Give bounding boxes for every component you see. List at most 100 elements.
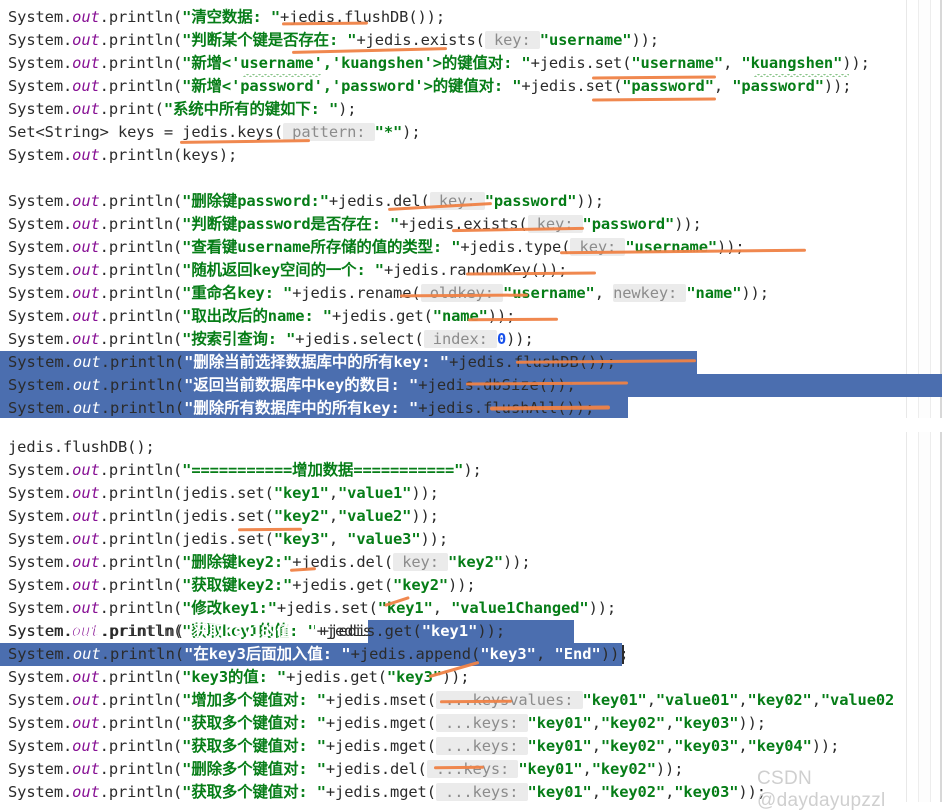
code-token: "key2" (448, 553, 504, 571)
code-line[interactable]: System.out.println("新增<'username','kuang… (8, 52, 870, 75)
code-token: )); (503, 553, 531, 571)
code-token: . (63, 238, 73, 256)
code-token: System (8, 553, 63, 571)
code-token: "key1" (273, 484, 329, 502)
code-line[interactable]: System.out.println("查看键username所存储的值的类型:… (8, 236, 870, 259)
code-line[interactable]: System.out.println("修改key1:"+jedis.set("… (8, 597, 894, 620)
text-selection-band[interactable]: System.out.println("获取key1的值: "+jedis.ge… (8, 620, 574, 643)
code-token: , (713, 77, 733, 95)
code-token: . (63, 77, 73, 95)
code-token: ...keys: (435, 714, 528, 732)
code-area-bottom[interactable]: jedis.flushDB(); System.out.println("====… (0, 432, 906, 802)
code-token: .println( (99, 576, 183, 594)
editor-scrollbar-strip-top[interactable] (906, 0, 942, 418)
code-line[interactable]: System.out.println(jedis.set("key3", "va… (8, 528, 894, 551)
code-token: +jedis.get( (292, 576, 394, 594)
code-token: . (63, 353, 73, 371)
code-token: .println( (99, 553, 183, 571)
code-token: newkey: (613, 284, 687, 302)
code-token: )); (631, 31, 659, 49)
code-line[interactable]: jedis.flushDB(); (8, 436, 894, 459)
code-token: +jedis.mget( (325, 783, 436, 801)
code-token: ); (463, 461, 482, 479)
code-token: "清空数据: " (182, 8, 280, 26)
code-line-blank[interactable] (8, 167, 870, 190)
code-token: +jedis.mget( (325, 714, 436, 732)
code-token: out (72, 261, 100, 279)
code-token: out (72, 100, 100, 118)
code-token: out (72, 238, 100, 256)
code-token: "value2" (338, 507, 412, 525)
code-token: out (72, 484, 100, 502)
code-token: . (63, 645, 73, 663)
code-token: , (646, 691, 656, 709)
code-line[interactable]: System.out.println("删除键password:"+jedis.… (8, 190, 870, 213)
code-token: out (72, 553, 100, 571)
code-line[interactable]: System.out.println("清空数据: "+jedis.flushD… (8, 6, 870, 29)
scrollbar-track-top[interactable] (918, 0, 931, 418)
code-token: +jedis.mset( (325, 691, 436, 709)
code-token: "查看键username所存储的值的类型: " (182, 238, 461, 256)
code-token: .println( (99, 261, 183, 279)
code-token: , (665, 783, 675, 801)
code-line[interactable]: System.out.println("获取多个键值对: "+jedis.mge… (8, 735, 894, 758)
code-token: "key02" (600, 783, 666, 801)
code-token: , (665, 714, 675, 732)
code-token: out (72, 31, 100, 49)
code-token: System (8, 783, 63, 801)
code-token: +jedis.get( (286, 668, 387, 686)
code-line[interactable]: System.out.println("删除键key2:"+jedis.del(… (8, 551, 894, 574)
code-line[interactable]: System.out.println("判断键password是否存在: "+j… (8, 213, 870, 236)
code-token: out (72, 376, 101, 394)
code-token: . (63, 31, 73, 49)
code-token: "删除所有数据库中的所有key: " (184, 399, 419, 417)
code-line[interactable]: Set<String> keys = jedis.keys( pattern: … (8, 121, 870, 144)
code-line[interactable]: System.out.println(jedis.set("key2","val… (8, 505, 894, 528)
code-token: )); (600, 645, 629, 663)
code-line[interactable]: System.out.println("===========增加数据=====… (8, 459, 894, 482)
code-token: "取出改后的name: " (182, 307, 332, 325)
code-token: , (738, 737, 748, 755)
code-line[interactable]: System.out.println("随机返回key空间的一个: "+jedi… (8, 259, 870, 282)
code-token: , (594, 284, 614, 302)
code-token: . (63, 284, 73, 302)
code-token: .println( (99, 714, 183, 732)
code-token: System (8, 399, 64, 417)
code-token: "系统中所有的键如下: " (163, 100, 339, 118)
code-token: "删除多个键值对: " (182, 760, 326, 778)
code-line[interactable]: System.out.println("获取多个键值对: "+jedis.mge… (8, 712, 894, 735)
code-token: "key02" (600, 714, 666, 732)
code-token: "删除键password:" (182, 192, 329, 210)
spellcheck-squiggle (754, 74, 849, 77)
text-selection-band[interactable]: System.out.println("在key3后面加入值: "+jedis.… (0, 643, 629, 666)
editor-pane-top[interactable]: System.out.println("清空数据: "+jedis.flushD… (0, 0, 942, 418)
code-token: "返回当前数据库中key的数目: " (184, 376, 419, 394)
code-line[interactable]: System.out.println("按索引查询: "+jedis.selec… (8, 328, 870, 351)
code-token: "新增<'password','password'>的键值对: " (182, 77, 522, 95)
code-editor-screenshot: System.out.println("清空数据: "+jedis.flushD… (0, 0, 942, 811)
code-token: out (72, 330, 100, 348)
code-token: "新增<'username','kuangshen'>的键值对: " (182, 54, 531, 72)
selected-code-text: System.out.println("获取key1的值: "+jedis.ge… (8, 620, 505, 643)
code-token: "value3" (347, 530, 421, 548)
code-token: )); (842, 54, 870, 72)
code-token: .println( (99, 238, 183, 256)
code-token: "key03" (674, 737, 739, 755)
code-line[interactable]: System.out.println(jedis.set("key1","val… (8, 482, 894, 505)
code-token: .println(jedis.set( (99, 484, 274, 502)
scrollbar-track-bottom[interactable] (918, 432, 931, 802)
code-token: )); (506, 330, 534, 348)
editor-scrollbar-strip-bottom[interactable] (906, 432, 942, 802)
code-token: , (432, 599, 452, 617)
editor-pane-bottom[interactable]: jedis.flushDB(); System.out.println("====… (0, 432, 942, 802)
code-token: .println(jedis.set( (99, 507, 274, 525)
code-line[interactable]: System.out.print("系统中所有的键如下: "); (8, 98, 870, 121)
code-token: )); (823, 77, 852, 95)
code-line[interactable]: System.out.println(keys); (8, 144, 870, 167)
code-token: "*" (374, 123, 403, 141)
code-line[interactable]: System.out.println("获取键key2:"+jedis.get(… (8, 574, 894, 597)
code-line[interactable]: System.out.println("新增<'password','passw… (8, 75, 870, 98)
code-token: .println( (100, 645, 185, 663)
code-token: +jedis.get( (319, 622, 422, 640)
code-line[interactable]: System.out.println("取出改后的name: "+jedis.g… (8, 305, 870, 328)
